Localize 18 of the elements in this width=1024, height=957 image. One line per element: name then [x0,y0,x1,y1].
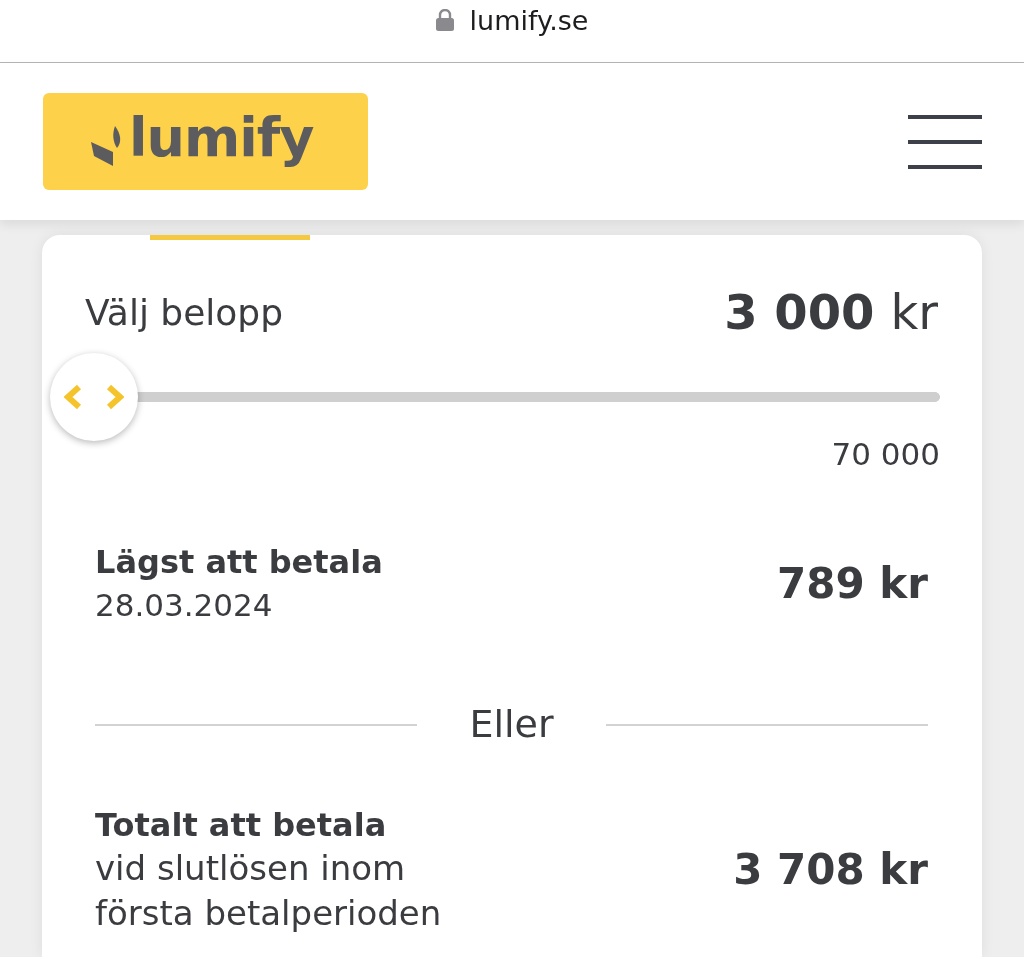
amount-label: Välj belopp [85,291,284,335]
lowest-payment-amount: 789 kr [777,559,928,610]
lowest-payment-title: Lägst att betala [95,542,383,584]
total-payment-amount: 3 708 kr [733,844,928,896]
slider-max-label: 70 000 [831,439,940,471]
total-payment-title: Totalt att betala [95,804,388,846]
url-text[interactable]: lumify.se [469,5,589,37]
divider-label: Eller [468,702,555,748]
amount-value: 3 000 [724,285,875,341]
total-payment-note: vid slutlösen inom första betalperioden [95,847,443,935]
slider-thumb[interactable] [50,353,138,442]
logo-text: lumify [129,110,314,167]
logo[interactable]: lumify [43,93,368,190]
currency-unit: kr [890,285,938,341]
menu-icon [908,114,982,169]
left-right-chevrons-icon [64,385,124,410]
menu-button[interactable] [908,114,982,169]
due-date: 28.03.2024 [95,585,274,625]
